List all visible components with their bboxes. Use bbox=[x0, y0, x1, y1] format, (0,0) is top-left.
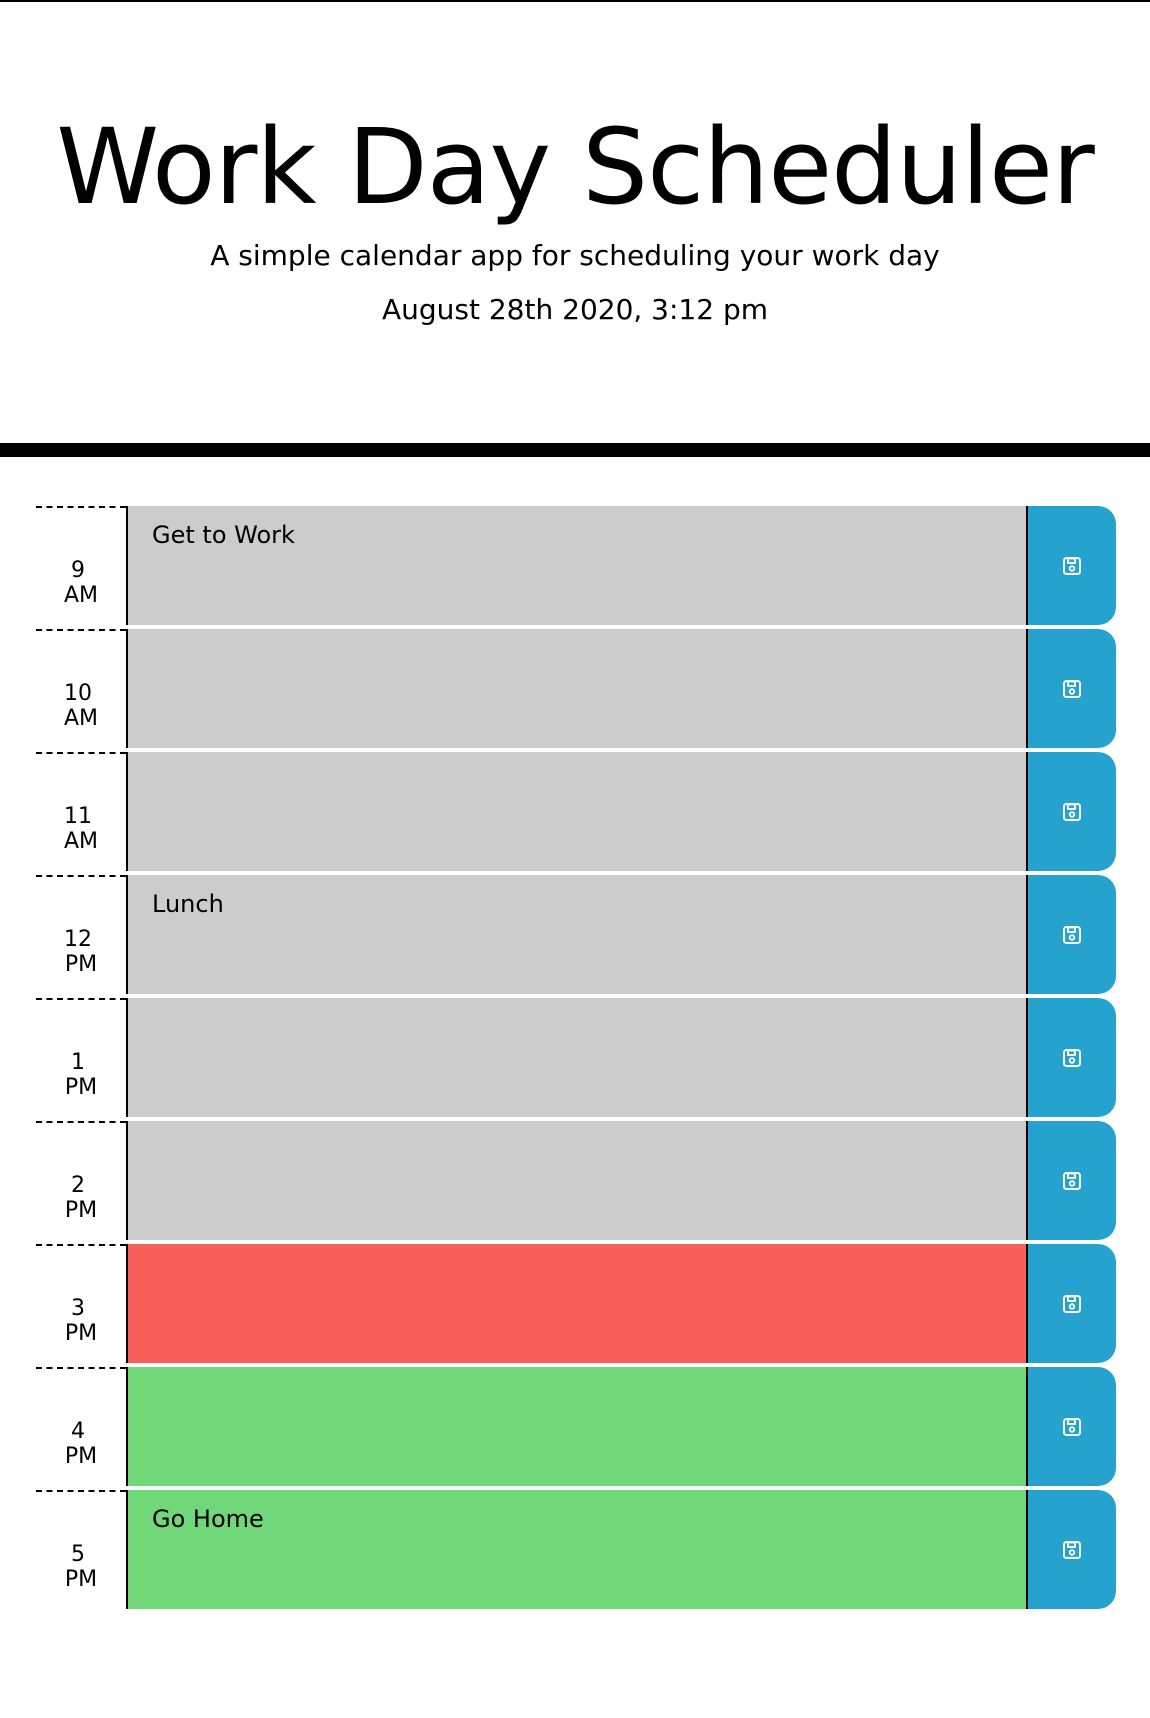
hour-number: 3 bbox=[71, 1296, 85, 1321]
hour-text: 12 PM bbox=[36, 927, 126, 977]
save-button[interactable] bbox=[1026, 506, 1116, 625]
hour-number: 4 bbox=[71, 1419, 85, 1444]
jumbotron-header: Work Day Scheduler A simple calendar app… bbox=[0, 2, 1150, 443]
event-description-input[interactable]: Go Home bbox=[126, 1490, 1026, 1609]
page-subtitle: A simple calendar app for scheduling you… bbox=[210, 239, 940, 272]
save-button[interactable] bbox=[1026, 875, 1116, 994]
hour-period: PM bbox=[64, 1567, 98, 1592]
hour-period: PM bbox=[64, 1198, 98, 1223]
hour-text: 1 PM bbox=[36, 1050, 126, 1100]
hour-text: 5 PM bbox=[36, 1542, 126, 1592]
time-block-row: 4 PM bbox=[36, 1367, 1116, 1490]
hour-number: 9 bbox=[71, 558, 85, 583]
time-block-row: 1 PM bbox=[36, 998, 1116, 1121]
event-description-input[interactable] bbox=[126, 1121, 1026, 1240]
save-icon bbox=[1063, 556, 1081, 575]
event-description-input[interactable] bbox=[126, 998, 1026, 1117]
hour-text: 4 PM bbox=[36, 1419, 126, 1469]
hour-number: 11 bbox=[64, 804, 92, 829]
event-description-input[interactable]: Get to Work bbox=[126, 506, 1026, 625]
time-block-row: 12 PM Lunch bbox=[36, 875, 1116, 998]
save-icon bbox=[1063, 1048, 1081, 1067]
save-icon bbox=[1063, 1540, 1081, 1559]
hour-period: AM bbox=[63, 583, 99, 608]
hour-period: PM bbox=[64, 1321, 98, 1346]
hour-label: 3 PM bbox=[36, 1244, 126, 1367]
hour-text: 10 AM bbox=[36, 681, 126, 731]
save-button[interactable] bbox=[1026, 1490, 1116, 1609]
save-button[interactable] bbox=[1026, 998, 1116, 1117]
hour-label: 5 PM bbox=[36, 1490, 126, 1613]
hour-period: AM bbox=[63, 829, 99, 854]
save-icon bbox=[1063, 1417, 1081, 1436]
save-button[interactable] bbox=[1026, 752, 1116, 871]
hour-number: 5 bbox=[71, 1542, 85, 1567]
save-icon bbox=[1063, 1294, 1081, 1313]
time-block-row: 11 AM bbox=[36, 752, 1116, 875]
hour-period: PM bbox=[64, 1444, 98, 1469]
hour-number: 2 bbox=[71, 1173, 85, 1198]
hour-text: 9 AM bbox=[36, 558, 126, 608]
current-day: August 28th 2020, 3:12 pm bbox=[381, 293, 769, 326]
hour-period: AM bbox=[63, 706, 99, 731]
save-icon bbox=[1063, 802, 1081, 821]
hour-number: 1 bbox=[71, 1050, 85, 1075]
time-block-row: 9 AM Get to Work bbox=[36, 506, 1116, 629]
hour-label: 4 PM bbox=[36, 1367, 126, 1490]
hour-period: PM bbox=[64, 952, 98, 977]
save-button[interactable] bbox=[1026, 1121, 1116, 1240]
hour-label: 2 PM bbox=[36, 1121, 126, 1244]
time-block-row: 10 AM bbox=[36, 629, 1116, 752]
time-block-row: 2 PM bbox=[36, 1121, 1116, 1244]
save-button[interactable] bbox=[1026, 629, 1116, 748]
hour-number: 12 bbox=[64, 927, 92, 952]
save-button[interactable] bbox=[1026, 1244, 1116, 1363]
event-description-input[interactable] bbox=[126, 1244, 1026, 1363]
hour-number: 10 bbox=[64, 681, 92, 706]
hour-text: 3 PM bbox=[36, 1296, 126, 1346]
save-icon bbox=[1063, 679, 1081, 698]
event-description-input[interactable]: Lunch bbox=[126, 875, 1026, 994]
hour-label: 10 AM bbox=[36, 629, 126, 752]
hour-period: PM bbox=[64, 1075, 98, 1100]
hour-label: 11 AM bbox=[36, 752, 126, 875]
schedule-container: 9 AM Get to Work 10 AM 11 AM 12 PM Lunch… bbox=[36, 506, 1116, 1613]
page-title: Work Day Scheduler bbox=[56, 106, 1095, 228]
save-button[interactable] bbox=[1026, 1367, 1116, 1486]
time-block-row: 5 PM Go Home bbox=[36, 1490, 1116, 1613]
hour-label: 12 PM bbox=[36, 875, 126, 998]
event-description-input[interactable] bbox=[126, 629, 1026, 748]
event-description-input[interactable] bbox=[126, 752, 1026, 871]
save-icon bbox=[1063, 925, 1081, 944]
hour-text: 2 PM bbox=[36, 1173, 126, 1223]
hour-label: 9 AM bbox=[36, 506, 126, 629]
event-description-input[interactable] bbox=[126, 1367, 1026, 1486]
header-divider bbox=[0, 443, 1150, 457]
hour-text: 11 AM bbox=[36, 804, 126, 854]
save-icon bbox=[1063, 1171, 1081, 1190]
hour-label: 1 PM bbox=[36, 998, 126, 1121]
time-block-row: 3 PM bbox=[36, 1244, 1116, 1367]
